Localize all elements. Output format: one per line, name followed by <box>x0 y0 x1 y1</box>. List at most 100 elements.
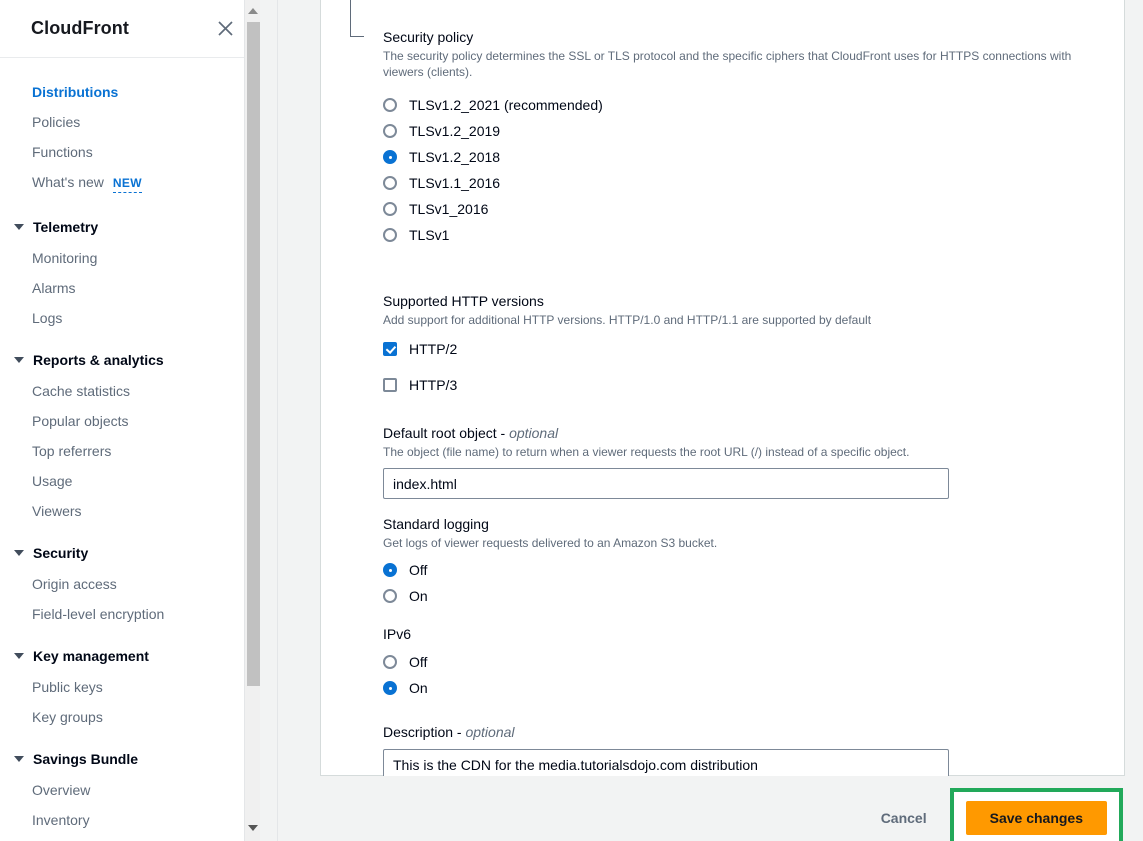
sidebar-item-whats-new[interactable]: What's new NEW <box>0 167 260 200</box>
description-section: Description - optional <box>341 723 1104 780</box>
sidebar-item-usage[interactable]: Usage <box>0 466 260 496</box>
radio-tlsv12-2018[interactable]: TLSv1.2_2018 <box>383 144 1104 170</box>
sidebar-item-origin-access[interactable]: Origin access <box>0 569 260 599</box>
radio-label: TLSv1.1_2016 <box>409 175 500 191</box>
sidebar-item-logs[interactable]: Logs <box>0 303 260 333</box>
security-policy-description: The security policy determines the SSL o… <box>383 48 1104 80</box>
radio-icon <box>383 228 397 242</box>
app-root: CloudFront Distributions Policies Functi… <box>0 0 1143 841</box>
sidebar-group-reports-analytics[interactable]: Reports & analytics <box>0 345 260 375</box>
sidebar-service-title: CloudFront <box>31 18 129 39</box>
checkbox-http3[interactable]: HTTP/3 <box>383 372 1104 398</box>
default-root-object-input[interactable] <box>383 468 949 499</box>
radio-icon <box>383 202 397 216</box>
radio-icon <box>383 655 397 669</box>
sidebar-scrollbar[interactable] <box>244 0 260 841</box>
optional-tag: optional <box>465 724 514 740</box>
chevron-down-icon <box>14 756 24 762</box>
sidebar-item-functions[interactable]: Functions <box>0 137 260 167</box>
radio-logging-off[interactable]: Off <box>383 557 1104 583</box>
optional-tag: optional <box>509 425 558 441</box>
sidebar-group-label: Telemetry <box>33 219 98 235</box>
radio-label: TLSv1.2_2019 <box>409 123 500 139</box>
sidebar-group-label: Reports & analytics <box>33 352 164 368</box>
sidebar-item-distributions[interactable]: Distributions <box>0 77 260 107</box>
sidebar-group-label: Security <box>33 545 88 561</box>
radio-ipv6-on[interactable]: On <box>383 675 1104 701</box>
sidebar-item-viewers[interactable]: Viewers <box>0 496 260 526</box>
sidebar-group-security[interactable]: Security <box>0 538 260 568</box>
security-policy-section: Security policy The security policy dete… <box>341 28 1104 248</box>
sidebar-nav: Distributions Policies Functions What's … <box>0 58 260 835</box>
ipv6-section: IPv6 Off On <box>341 625 1104 701</box>
radio-logging-on[interactable]: On <box>383 583 1104 609</box>
standard-logging-section: Standard logging Get logs of viewer requ… <box>341 515 1104 609</box>
radio-icon-selected <box>383 681 397 695</box>
chevron-down-icon <box>14 653 24 659</box>
sidebar-item-policies[interactable]: Policies <box>0 107 260 137</box>
radio-icon <box>383 176 397 190</box>
checkbox-icon <box>383 378 397 392</box>
radio-icon <box>383 589 397 603</box>
sidebar-item-overview[interactable]: Overview <box>0 775 260 805</box>
default-root-object-section: Default root object - optional The objec… <box>341 424 1104 499</box>
radio-label: TLSv1_2016 <box>409 201 488 217</box>
radio-ipv6-off[interactable]: Off <box>383 649 1104 675</box>
default-root-object-label: Default root object - optional <box>383 424 1104 442</box>
sidebar-group-savings-bundle[interactable]: Savings Bundle <box>0 744 260 774</box>
sidebar-item-key-groups[interactable]: Key groups <box>0 702 260 732</box>
radio-tlsv1-2016[interactable]: TLSv1_2016 <box>383 196 1104 222</box>
checkbox-icon-checked <box>383 342 397 356</box>
group-connector-line <box>350 0 364 37</box>
chevron-down-icon <box>14 224 24 230</box>
sidebar: CloudFront Distributions Policies Functi… <box>0 0 260 841</box>
scroll-down-icon[interactable] <box>245 819 260 837</box>
checkbox-label: HTTP/3 <box>409 377 457 393</box>
sidebar-item-cache-statistics[interactable]: Cache statistics <box>0 376 260 406</box>
radio-label: TLSv1 <box>409 227 449 243</box>
radio-label: On <box>409 680 428 696</box>
radio-tlsv11-2016[interactable]: TLSv1.1_2016 <box>383 170 1104 196</box>
save-changes-button[interactable]: Save changes <box>966 801 1107 835</box>
http-versions-label: Supported HTTP versions <box>383 292 1104 310</box>
radio-label: TLSv1.2_2018 <box>409 149 500 165</box>
checkbox-label: HTTP/2 <box>409 341 457 357</box>
checkbox-http2[interactable]: HTTP/2 <box>383 336 1104 362</box>
cancel-button[interactable]: Cancel <box>863 801 945 835</box>
ipv6-label: IPv6 <box>383 625 1104 643</box>
new-badge[interactable]: NEW <box>113 175 142 193</box>
http-versions-description: Add support for additional HTTP versions… <box>383 312 1104 328</box>
chevron-down-icon <box>14 357 24 363</box>
radio-icon-selected <box>383 150 397 164</box>
default-root-object-description: The object (file name) to return when a … <box>383 444 1104 460</box>
radio-label: Off <box>409 654 427 670</box>
sidebar-item-monitoring[interactable]: Monitoring <box>0 243 260 273</box>
sidebar-item-top-referrers[interactable]: Top referrers <box>0 436 260 466</box>
close-icon[interactable] <box>212 16 238 42</box>
sidebar-item-field-level-encryption[interactable]: Field-level encryption <box>0 599 260 629</box>
sidebar-item-public-keys[interactable]: Public keys <box>0 672 260 702</box>
radio-label: On <box>409 588 428 604</box>
footer-actions: Cancel Save changes <box>278 776 1143 841</box>
radio-tlsv12-2019[interactable]: TLSv1.2_2019 <box>383 118 1104 144</box>
save-button-highlight: Save changes <box>950 788 1123 841</box>
radio-tlsv1[interactable]: TLSv1 <box>383 222 1104 248</box>
main-content: content over HTTPS. Security policy The … <box>278 0 1143 841</box>
chevron-down-icon <box>14 550 24 556</box>
radio-label: TLSv1.2_2021 (recommended) <box>409 97 603 113</box>
sidebar-group-telemetry[interactable]: Telemetry <box>0 212 260 242</box>
sidebar-item-inventory[interactable]: Inventory <box>0 805 260 835</box>
standard-logging-description: Get logs of viewer requests delivered to… <box>383 535 1104 551</box>
settings-panel: content over HTTPS. Security policy The … <box>320 0 1125 776</box>
scroll-up-icon[interactable] <box>245 2 260 20</box>
radio-label: Off <box>409 562 427 578</box>
sidebar-group-label: Key management <box>33 648 149 664</box>
standard-logging-label: Standard logging <box>383 515 1104 533</box>
scrollbar-thumb[interactable] <box>247 22 260 686</box>
sidebar-item-popular-objects[interactable]: Popular objects <box>0 406 260 436</box>
sidebar-item-alarms[interactable]: Alarms <box>0 273 260 303</box>
sidebar-group-key-management[interactable]: Key management <box>0 641 260 671</box>
sidebar-group-label: Savings Bundle <box>33 751 138 767</box>
radio-icon <box>383 98 397 112</box>
radio-tlsv12-2021[interactable]: TLSv1.2_2021 (recommended) <box>383 92 1104 118</box>
